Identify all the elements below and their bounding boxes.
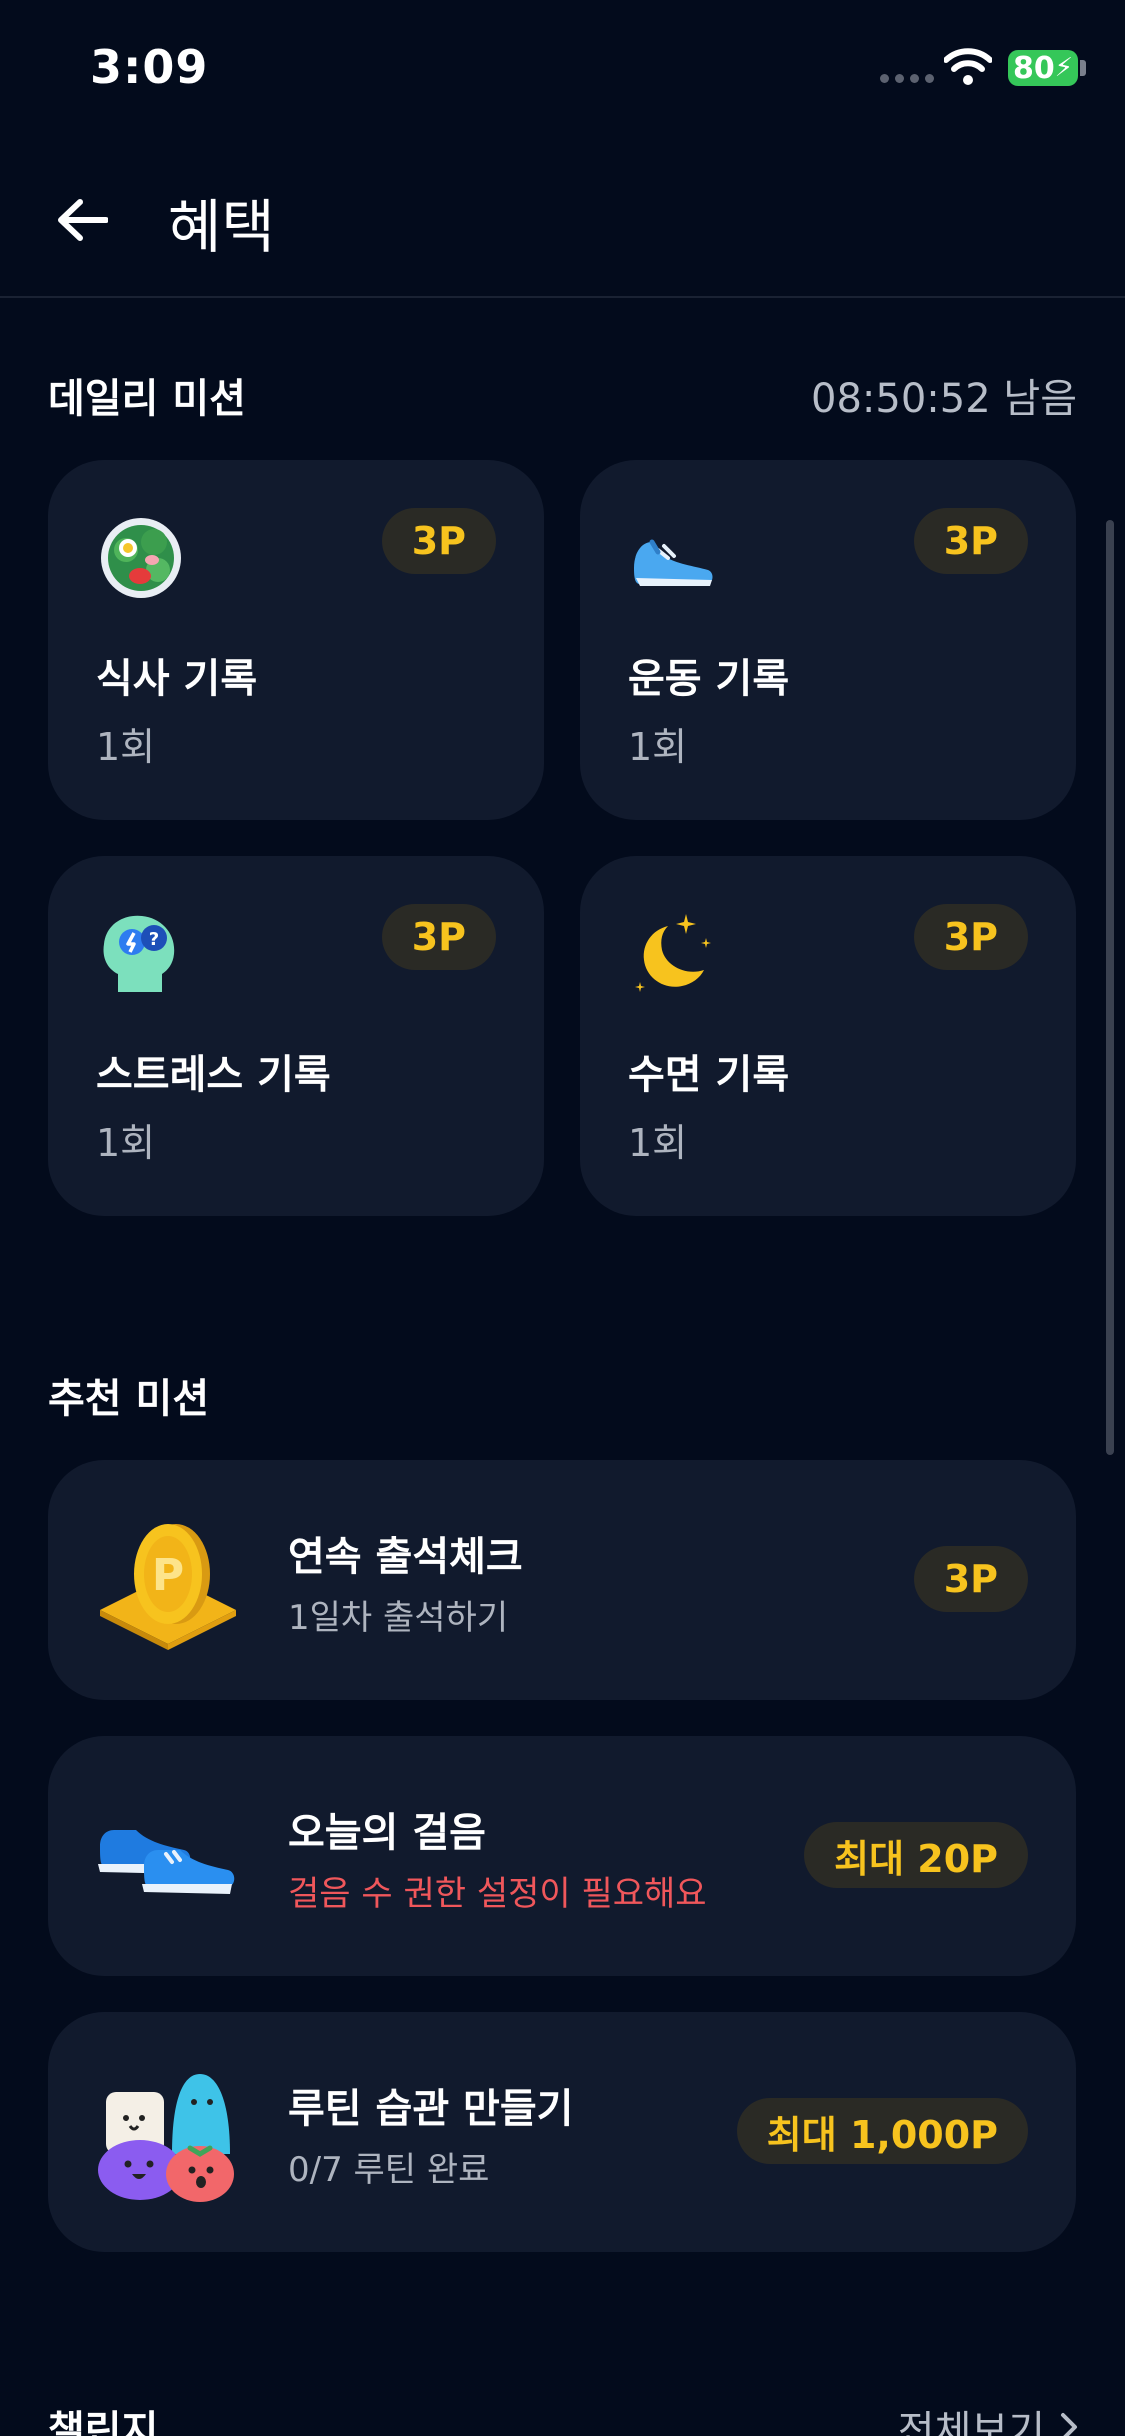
mission-card-sleep[interactable]: 3P 수면 기록 1회: [580, 856, 1076, 1216]
back-button[interactable]: [52, 190, 112, 250]
mission-count: 1회: [628, 1121, 688, 1165]
rec-subtitle-warning: 걸음 수 권한 설정이 필요해요: [288, 1874, 707, 1914]
point-badge: 3P: [913, 508, 1028, 574]
recommended-mission-title: 추천 미션: [48, 1376, 210, 1422]
rec-card-steps[interactable]: 오늘의 걸음 걸음 수 권한 설정이 필요해요 최대 20P: [48, 1736, 1076, 1976]
chevron-right-icon: [1061, 2413, 1077, 2436]
stress-head-icon: ?: [103, 915, 175, 992]
battery-level: 80: [1012, 50, 1055, 86]
running-shoe-icon: [634, 539, 713, 586]
cellular-signal-icon: [880, 74, 934, 83]
gold-coin-icon: P: [100, 1524, 236, 1650]
point-badge: 3P: [913, 904, 1028, 970]
mission-name: 스트레스 기록: [96, 1052, 331, 1098]
mission-count: 1회: [628, 725, 688, 769]
daily-mission-remaining: 08:50:52 남음: [811, 376, 1077, 422]
svg-text:?: ?: [149, 929, 159, 950]
see-all-label: 전체보기: [897, 2408, 1045, 2436]
rec-subtitle: 0/7 루틴 완료: [288, 2150, 490, 2190]
battery-icon: 80 ⚡: [1008, 50, 1078, 86]
battery-cap: [1080, 60, 1086, 76]
salad-bowl-icon: [101, 518, 181, 598]
sneakers-icon: [98, 1830, 235, 1894]
svg-text:P: P: [152, 1550, 184, 1601]
mission-card-exercise[interactable]: 3P 운동 기록 1회: [580, 460, 1076, 820]
reward-badge: 3P: [913, 1546, 1028, 1612]
point-badge: 3P: [381, 508, 496, 574]
app-bar: 혜택: [0, 140, 1125, 298]
wifi-icon: [944, 48, 992, 85]
mission-card-meal[interactable]: 3P 식사 기록 1회: [48, 460, 544, 820]
mission-name: 운동 기록: [628, 656, 790, 702]
rec-title: 오늘의 걸음: [288, 1810, 486, 1856]
mission-name: 식사 기록: [96, 656, 258, 702]
rec-title: 연속 출석체크: [288, 1534, 523, 1580]
mission-count: 1회: [96, 1121, 156, 1165]
page-title: 혜택: [168, 193, 275, 261]
character-group-icon: [98, 2074, 234, 2202]
status-bar: 3:09 80 ⚡: [0, 0, 1125, 140]
see-all-link[interactable]: 전체보기: [898, 2398, 1079, 2436]
reward-badge: 최대 1,000P: [736, 2098, 1028, 2164]
status-time: 3:09: [90, 40, 209, 94]
mission-card-stress[interactable]: ? 3P 스트레스 기록 1회: [48, 856, 544, 1216]
rec-card-attendance[interactable]: P 연속 출석체크 1일차 출석하기 3P: [48, 1460, 1076, 1700]
daily-mission-title: 데일리 미션: [48, 376, 246, 422]
scrollbar[interactable]: [1106, 520, 1114, 1455]
challenge-title: 챌린지: [48, 2408, 159, 2436]
mission-name: 수면 기록: [628, 1052, 790, 1098]
rec-card-routine[interactable]: 루틴 습관 만들기 0/7 루틴 완료 최대 1,000P: [48, 2012, 1076, 2252]
point-badge: 3P: [381, 904, 496, 970]
arrow-left-icon: [58, 199, 108, 241]
reward-badge: 최대 20P: [804, 1822, 1028, 1888]
rec-subtitle: 1일차 출석하기: [288, 1598, 509, 1638]
moon-stars-icon: [635, 914, 711, 992]
rec-title: 루틴 습관 만들기: [288, 2086, 574, 2132]
mission-count: 1회: [96, 725, 156, 769]
